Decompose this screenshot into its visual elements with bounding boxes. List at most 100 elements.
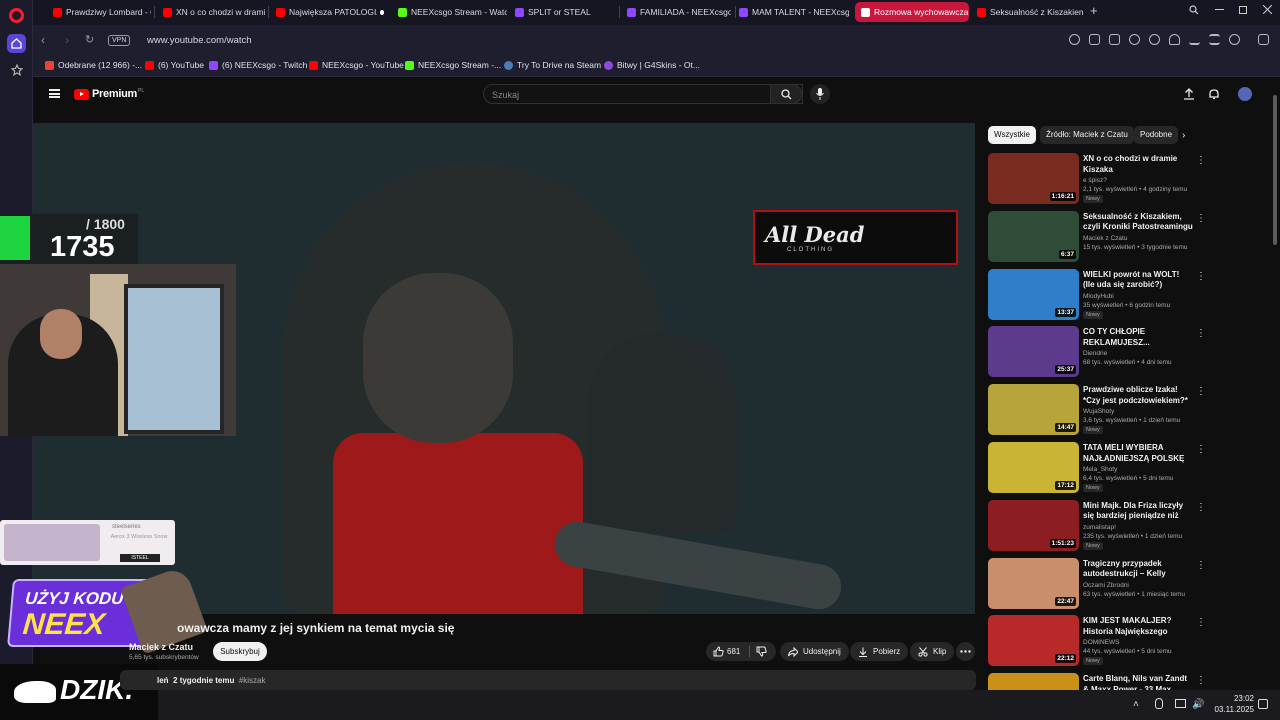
tab-6[interactable]: FAMILIADA - NEEXcsgo bbox=[621, 2, 731, 22]
home-icon[interactable] bbox=[7, 34, 26, 53]
video-thumbnail[interactable]: 22:47 bbox=[988, 557, 1079, 609]
minimize-icon[interactable] bbox=[1215, 9, 1224, 10]
youtube-logo[interactable]: Premium PL bbox=[74, 88, 144, 100]
recommendation-channel[interactable]: Diendrie bbox=[1083, 350, 1107, 357]
more-vertical-icon[interactable]: ⋮ bbox=[1196, 675, 1206, 686]
recommendation-card[interactable]: 1:16:21 XN o co chodzi w dramie Kiszaka e … bbox=[988, 153, 1273, 205]
lens-search-icon[interactable] bbox=[1069, 34, 1080, 45]
share-button[interactable]: Udostępnij bbox=[780, 642, 849, 661]
more-vertical-icon[interactable]: ⋮ bbox=[1196, 386, 1206, 397]
tab-8-active[interactable]: Rozmowa wychowawcza bbox=[855, 2, 969, 22]
opera-logo-icon[interactable] bbox=[9, 8, 24, 23]
search-input[interactable] bbox=[492, 88, 742, 101]
more-vertical-icon[interactable]: ⋮ bbox=[1196, 213, 1206, 224]
more-vertical-icon[interactable]: ⋮ bbox=[1196, 444, 1206, 455]
notification-icon[interactable] bbox=[1258, 699, 1268, 709]
tab-2[interactable]: XN o co chodzi w dramie bbox=[157, 2, 265, 22]
menu-icon[interactable] bbox=[49, 89, 60, 98]
bookmark-neex-youtube[interactable]: NEEXcsgo - YouTube bbox=[309, 60, 404, 70]
more-vertical-icon[interactable]: ⋮ bbox=[1196, 271, 1206, 282]
volume-icon[interactable]: 🔊 bbox=[1192, 699, 1204, 710]
bookmark-g4skins[interactable]: Bitwy | G4Skins - Ot... bbox=[604, 60, 700, 70]
microphone-tray-icon[interactable] bbox=[1155, 698, 1163, 709]
bookmark-kick[interactable]: NEEXcsgo Stream -... bbox=[405, 60, 501, 70]
video-thumbnail[interactable]: 17:12 bbox=[988, 442, 1079, 493]
recommendation-card[interactable]: 22:47 Tragiczny przypadek autodestrukcji … bbox=[988, 557, 1273, 610]
recommendation-title[interactable]: Tragiczny przypadek autodestrukcji – Kel… bbox=[1083, 559, 1193, 580]
chip-all[interactable]: Wszystkie bbox=[988, 126, 1036, 144]
recommendation-channel[interactable]: Maciek z Czatu bbox=[1083, 235, 1127, 242]
recommendation-title[interactable]: CO TY CHŁOPIE REKLAMUJESZ... bbox=[1083, 327, 1193, 348]
tab-5[interactable]: SPLIT or STEAL bbox=[509, 2, 614, 22]
camera-icon[interactable] bbox=[1109, 34, 1120, 45]
notifications-bell-icon[interactable] bbox=[1208, 88, 1220, 100]
network-icon[interactable] bbox=[1175, 699, 1186, 708]
recommendation-title[interactable]: XN o co chodzi w dramie Kiszaka bbox=[1083, 154, 1193, 175]
recommendation-card[interactable]: 6:37 Seksualność z Kiszakiem, czyli Kroni… bbox=[988, 210, 1273, 263]
more-actions-button[interactable] bbox=[956, 642, 975, 661]
like-count[interactable]: 681 bbox=[727, 647, 740, 656]
forward-icon[interactable]: › bbox=[65, 33, 69, 47]
tab-3[interactable]: Największa PATOLOGIA N bbox=[270, 2, 390, 22]
recommendation-channel[interactable]: zumalistap! bbox=[1083, 524, 1116, 531]
tab-1[interactable]: Prawdziwy Lombard - Od bbox=[47, 2, 151, 22]
avatar[interactable] bbox=[1238, 87, 1252, 101]
search-button[interactable] bbox=[770, 84, 802, 104]
download-button[interactable]: Pobierz bbox=[850, 642, 909, 661]
heart-icon[interactable] bbox=[1169, 34, 1180, 45]
bookmark-steam[interactable]: Try To Drive na Steam bbox=[504, 60, 601, 70]
back-icon[interactable]: ‹ bbox=[41, 33, 45, 47]
easy-setup-icon[interactable] bbox=[1209, 34, 1220, 45]
like-icon[interactable] bbox=[713, 646, 724, 657]
recommendation-card[interactable]: 17:12 TATA MELI WYBIERA NAJŁADNIEJSZĄ POL… bbox=[988, 442, 1273, 494]
more-vertical-icon[interactable]: ⋮ bbox=[1196, 560, 1206, 571]
recommendation-title[interactable]: Mini Majk. Dla Friza liczyły się bardzie… bbox=[1083, 501, 1193, 522]
bookmark-gmail[interactable]: Odebrane (12 966) -... bbox=[45, 60, 142, 70]
tab-4[interactable]: NEEXcsgo Stream - Watch bbox=[392, 2, 507, 22]
video-thumbnail[interactable]: 1:16:21 bbox=[988, 153, 1079, 204]
recommendation-title[interactable]: Prawdziwe oblicze Izaka! *Czy jest podcz… bbox=[1083, 385, 1193, 406]
profile-icon[interactable] bbox=[1229, 34, 1240, 45]
recommendation-title[interactable]: Seksualność z Kiszakiem, czyli Kroniki P… bbox=[1083, 212, 1193, 233]
tab-9[interactable]: Seksualność z Kiszakiem, bbox=[971, 2, 1083, 22]
channel-name[interactable]: Maciek z Czatu bbox=[129, 642, 193, 652]
tab-7[interactable]: MAM TALENT - NEEXcsgo bbox=[733, 2, 849, 22]
voice-search-button[interactable] bbox=[810, 84, 830, 104]
vpn-badge[interactable]: VPN bbox=[108, 35, 131, 46]
chevron-up-icon[interactable]: ˄ bbox=[1133, 699, 1139, 710]
recommendation-card[interactable]: 13:37 WIELKI powrót na WOLT! (Ile uda się… bbox=[988, 268, 1273, 321]
clip-button[interactable]: Klip bbox=[910, 642, 955, 661]
bookmark-youtube[interactable]: (6) YouTube bbox=[145, 60, 204, 70]
dislike-icon[interactable] bbox=[756, 646, 767, 657]
star-icon[interactable] bbox=[7, 60, 26, 79]
chip-related[interactable]: Podobne bbox=[1134, 126, 1179, 144]
subscribe-button[interactable]: Subskrybuj bbox=[213, 642, 267, 661]
chip-source[interactable]: Źródło: Maciek z Czatu bbox=[1040, 126, 1134, 144]
hashtag[interactable]: #kiszak bbox=[239, 676, 266, 685]
restore-icon[interactable] bbox=[1239, 6, 1247, 14]
recommendation-channel[interactable]: MlodyHubi bbox=[1083, 293, 1114, 300]
bookmark-twitch[interactable]: (6) NEEXcsgo - Twitch bbox=[209, 60, 307, 70]
reload-icon[interactable]: ↻ bbox=[85, 33, 94, 46]
more-vertical-icon[interactable]: ⋮ bbox=[1196, 328, 1206, 339]
recommendation-title[interactable]: KIM JEST MAKALJER? Historia Największego… bbox=[1083, 616, 1193, 637]
video-thumbnail[interactable]: 13:37 bbox=[988, 268, 1079, 320]
url-field[interactable]: www.youtube.com/watch bbox=[147, 35, 252, 46]
close-icon[interactable] bbox=[1262, 4, 1273, 17]
recommendation-channel[interactable]: Mela_Shoty bbox=[1083, 466, 1117, 473]
upload-icon[interactable] bbox=[1183, 88, 1195, 100]
recommendation-title[interactable]: WIELKI powrót na WOLT! (Ile uda się zaro… bbox=[1083, 270, 1193, 291]
more-vertical-icon[interactable]: ⋮ bbox=[1196, 502, 1206, 513]
recommendation-card[interactable]: 1:51:23 Mini Majk. Dla Friza liczyły się … bbox=[988, 499, 1273, 552]
recommendation-channel[interactable]: DOMINEWS bbox=[1083, 639, 1119, 646]
recommendation-title[interactable]: TATA MELI WYBIERA NAJŁADNIEJSZĄ POLSKĘ .… bbox=[1083, 443, 1193, 464]
video-thumbnail[interactable]: 22:12 bbox=[988, 615, 1079, 667]
player-icon[interactable] bbox=[1149, 34, 1160, 45]
edit-icon[interactable] bbox=[1089, 34, 1100, 45]
extension-icon[interactable] bbox=[1258, 34, 1269, 45]
chevron-right-icon[interactable]: › bbox=[1182, 130, 1185, 141]
video-thumbnail[interactable]: 25:37 bbox=[988, 326, 1079, 378]
download-icon[interactable] bbox=[1189, 34, 1200, 45]
recommendation-channel[interactable]: WujaShoty bbox=[1083, 408, 1114, 415]
recommendation-card[interactable]: 22:12 KIM JEST MAKALJER? Historia Najwięk… bbox=[988, 615, 1273, 667]
